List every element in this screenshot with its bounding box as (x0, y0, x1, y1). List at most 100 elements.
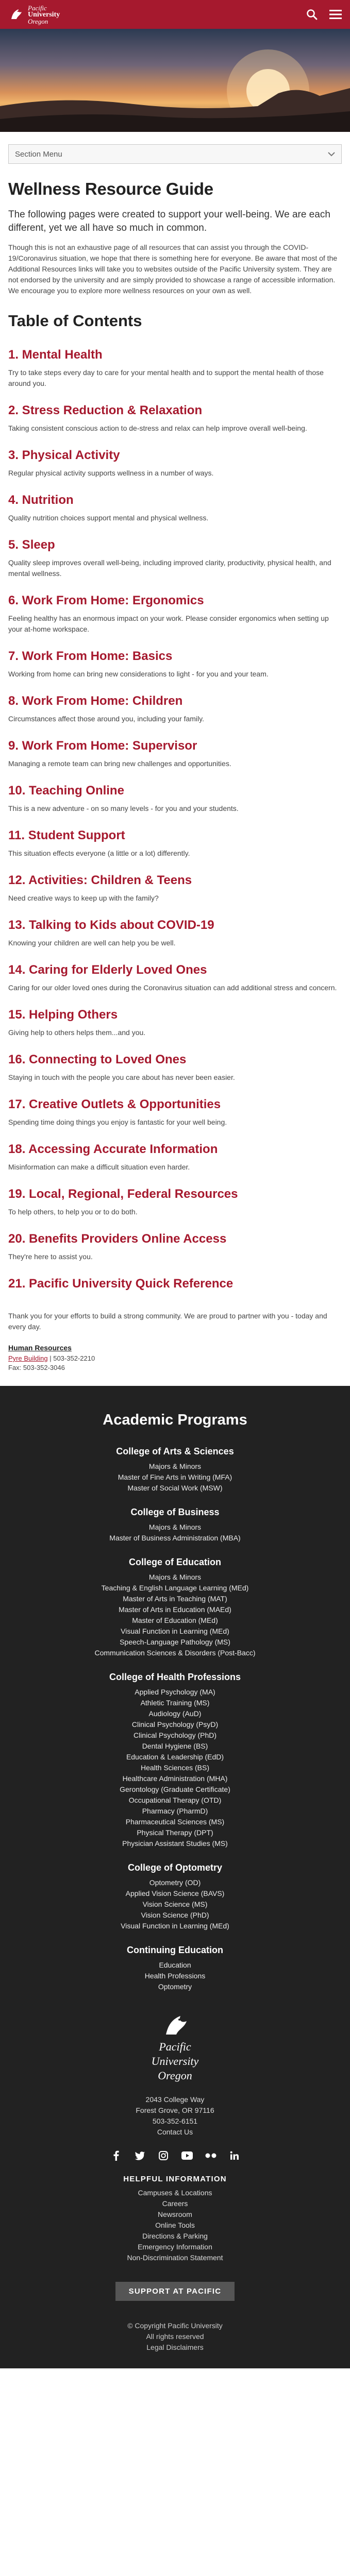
flickr-icon[interactable] (205, 2150, 216, 2161)
toc-description: Taking consistent conscious action to de… (8, 424, 307, 432)
program-link[interactable]: Master of Arts in Education (MAEd) (8, 1604, 342, 1615)
program-link[interactable]: Audiology (AuD) (8, 1708, 342, 1719)
school-name[interactable]: College of Health Professions (8, 1672, 342, 1683)
helpful-info-link[interactable]: Careers (8, 2198, 342, 2209)
program-link[interactable]: Gerontology (Graduate Certificate) (8, 1784, 342, 1795)
program-link[interactable]: Pharmacy (PharmD) (8, 1806, 342, 1817)
toc-description: Staying in touch with the people you car… (8, 1073, 235, 1081)
toc-description: Working from home can bring new consider… (8, 670, 269, 678)
menu-icon[interactable] (328, 7, 343, 22)
helpful-info-link[interactable]: Directions & Parking (8, 2231, 342, 2242)
toc-link[interactable]: 5. Sleep (8, 538, 342, 552)
helpful-info-link[interactable]: Non-Discrimination Statement (8, 2252, 342, 2263)
toc-link[interactable]: 16. Connecting to Loved Ones (8, 1053, 342, 1067)
twitter-icon[interactable] (134, 2150, 145, 2161)
program-link[interactable]: Optometry (OD) (8, 1877, 342, 1888)
toc-link[interactable]: 18. Accessing Accurate Information (8, 1142, 342, 1157)
support-at-pacific-button[interactable]: SUPPORT AT PACIFIC (115, 2282, 235, 2301)
toc-link[interactable]: 12. Activities: Children & Teens (8, 873, 342, 888)
toc-link[interactable]: 9. Work From Home: Supervisor (8, 739, 342, 753)
contact-phone: | 503-352-2210 (47, 1354, 95, 1362)
linkedin-icon[interactable] (229, 2150, 240, 2161)
toc-link[interactable]: 11. Student Support (8, 828, 342, 843)
toc-link[interactable]: 20. Benefits Providers Online Access (8, 1232, 342, 1246)
program-link[interactable]: Visual Function in Learning (MEd) (8, 1626, 342, 1637)
program-link[interactable]: Master of Arts in Teaching (MAT) (8, 1594, 342, 1604)
program-link[interactable]: Majors & Minors (8, 1461, 342, 1472)
program-link[interactable]: Education & Leadership (EdD) (8, 1752, 342, 1762)
helpful-info-link[interactable]: Online Tools (8, 2220, 342, 2231)
toc-link[interactable]: 13. Talking to Kids about COVID-19 (8, 918, 342, 933)
toc-link[interactable]: 4. Nutrition (8, 493, 342, 507)
toc-link[interactable]: 8. Work From Home: Children (8, 694, 342, 708)
program-link[interactable]: Applied Psychology (MA) (8, 1687, 342, 1698)
program-link[interactable]: Health Professions (8, 1971, 342, 1981)
program-link[interactable]: Master of Business Administration (MBA) (8, 1533, 342, 1544)
program-link[interactable]: Communication Sciences & Disorders (Post… (8, 1648, 342, 1658)
contact-us-link[interactable]: Contact Us (8, 2127, 342, 2138)
program-link[interactable]: Physician Assistant Studies (MS) (8, 1838, 342, 1849)
program-link[interactable]: Healthcare Administration (MHA) (8, 1773, 342, 1784)
toc-link[interactable]: 10. Teaching Online (8, 784, 342, 798)
school-name[interactable]: College of Arts & Sciences (8, 1446, 342, 1457)
toc-link[interactable]: 17. Creative Outlets & Opportunities (8, 1097, 342, 1112)
toc-link[interactable]: 6. Work From Home: Ergonomics (8, 594, 342, 608)
helpful-info-link[interactable]: Newsroom (8, 2209, 342, 2220)
toc-item: 6. Work From Home: Ergonomics Feeling hea… (8, 594, 342, 635)
legal-disclaimers-link[interactable]: Legal Disclaimers (8, 2342, 342, 2353)
footer-logo[interactable]: Pacific University Oregon (8, 2012, 342, 2083)
program-link[interactable]: Health Sciences (BS) (8, 1762, 342, 1773)
toc-link[interactable]: 1. Mental Health (8, 348, 342, 362)
toc-link[interactable]: 14. Caring for Elderly Loved Ones (8, 963, 342, 977)
youtube-icon[interactable] (181, 2150, 193, 2161)
school-name[interactable]: Continuing Education (8, 1945, 342, 1956)
building-link[interactable]: Pyre Building (8, 1354, 48, 1362)
program-link[interactable]: Master of Fine Arts in Writing (MFA) (8, 1472, 342, 1483)
toc-link[interactable]: 7. Work From Home: Basics (8, 649, 342, 664)
toc-link[interactable]: 3. Physical Activity (8, 448, 342, 463)
program-link[interactable]: Teaching & English Language Learning (ME… (8, 1583, 342, 1594)
helpful-info-link[interactable]: Emergency Information (8, 2242, 342, 2252)
toc-description: Misinformation can make a difficult situ… (8, 1163, 190, 1171)
toc-description: Knowing your children are well can help … (8, 939, 176, 947)
program-link[interactable]: Vision Science (PhD) (8, 1910, 342, 1921)
school-name[interactable]: College of Optometry (8, 1862, 342, 1873)
search-icon[interactable] (305, 7, 319, 22)
program-link[interactable]: Dental Hygiene (BS) (8, 1741, 342, 1752)
toc-link[interactable]: 15. Helping Others (8, 1008, 342, 1022)
toc-description: This situation effects everyone (a littl… (8, 849, 190, 857)
boxer-logo-icon (11, 9, 22, 19)
site-logo[interactable]: Pacific University Oregon (8, 5, 60, 25)
footer-logo-line-1: Pacific (159, 2040, 191, 2053)
program-link[interactable]: Majors & Minors (8, 1522, 342, 1533)
helpful-info-link[interactable]: Campuses & Locations (8, 2188, 342, 2198)
program-link[interactable]: Clinical Psychology (PhD) (8, 1730, 342, 1741)
helpful-info-links: Campuses & Locations Careers Newsroom Onlin… (8, 2188, 342, 2263)
program-link[interactable]: Majors & Minors (8, 1572, 342, 1583)
school-name[interactable]: College of Business (8, 1507, 342, 1518)
program-link[interactable]: Vision Science (MS) (8, 1899, 342, 1910)
program-link[interactable]: Speech-Language Pathology (MS) (8, 1637, 342, 1648)
instagram-icon[interactable] (158, 2150, 169, 2161)
program-link[interactable]: Athletic Training (MS) (8, 1698, 342, 1708)
toc-link[interactable]: 19. Local, Regional, Federal Resources (8, 1187, 342, 1201)
program-link[interactable]: Applied Vision Science (BAVS) (8, 1888, 342, 1899)
program-link[interactable]: Physical Therapy (DPT) (8, 1827, 342, 1838)
program-link[interactable]: Master of Social Work (MSW) (8, 1483, 342, 1494)
program-link[interactable]: Master of Education (MEd) (8, 1615, 342, 1626)
program-link[interactable]: Education (8, 1960, 342, 1971)
toc-item: 16. Connecting to Loved Ones Staying in t… (8, 1053, 342, 1083)
school-name[interactable]: College of Education (8, 1557, 342, 1568)
program-link[interactable]: Occupational Therapy (OTD) (8, 1795, 342, 1806)
toc-link[interactable]: 2. Stress Reduction & Relaxation (8, 403, 342, 418)
facebook-icon[interactable] (110, 2150, 122, 2161)
section-menu-dropdown[interactable]: Section Menu (8, 144, 342, 164)
program-link[interactable]: Pharmaceutical Sciences (MS) (8, 1817, 342, 1827)
program-link[interactable]: Clinical Psychology (PsyD) (8, 1719, 342, 1730)
toc-item: 5. Sleep Quality sleep improves overall w… (8, 538, 342, 579)
program-link[interactable]: Visual Function in Learning (MEd) (8, 1921, 342, 1931)
school-block: College of Optometry Optometry (OD) Applie… (8, 1862, 342, 1931)
program-link[interactable]: Optometry (8, 1981, 342, 1992)
address-phone[interactable]: 503-352-6151 (8, 2116, 342, 2127)
toc-link[interactable]: 21. Pacific University Quick Reference (8, 1277, 342, 1291)
